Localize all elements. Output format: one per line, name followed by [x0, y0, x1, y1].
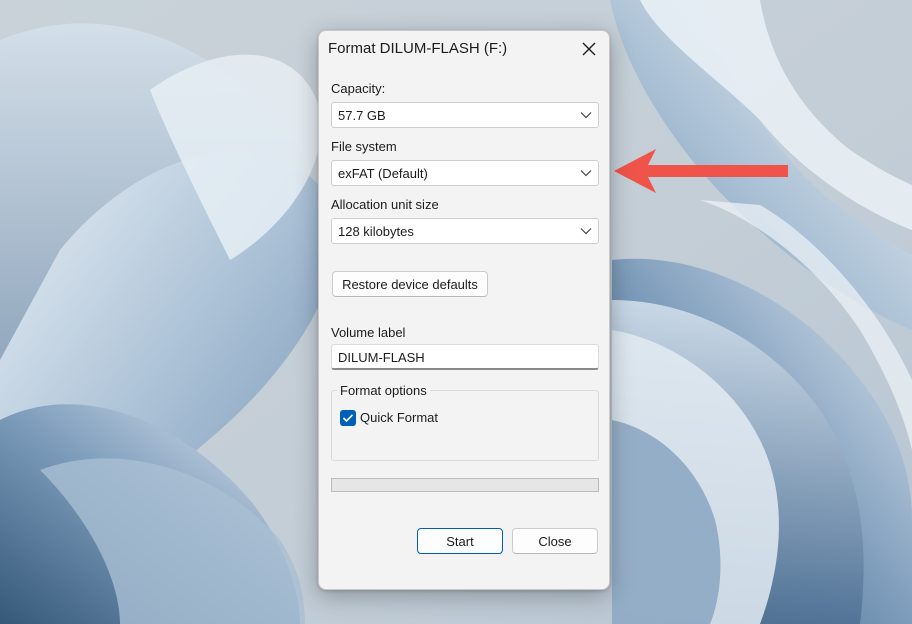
start-button[interactable]: Start	[417, 528, 503, 554]
volume-label-input[interactable]: DILUM-FLASH	[331, 344, 599, 370]
red-arrow-annotation	[614, 149, 788, 193]
format-progress-bar	[331, 478, 599, 492]
capacity-dropdown[interactable]: 57.7 GB	[331, 102, 599, 128]
quick-format-label: Quick Format	[360, 410, 439, 425]
volume-label-value: DILUM-FLASH	[338, 350, 425, 365]
close-dialog-button[interactable]	[576, 36, 602, 62]
chevron-down-icon	[580, 228, 592, 235]
quick-format-checkbox[interactable]	[340, 410, 356, 426]
capacity-value: 57.7 GB	[338, 108, 386, 123]
check-icon	[342, 414, 354, 423]
allocation-unit-dropdown[interactable]: 128 kilobytes	[331, 218, 599, 244]
close-button[interactable]: Close	[512, 528, 598, 554]
format-options-group	[331, 390, 599, 461]
format-options-title: Format options	[337, 383, 430, 398]
volume-label-label: Volume label	[331, 325, 406, 340]
allocation-unit-label: Allocation unit size	[331, 197, 439, 212]
restore-defaults-button[interactable]: Restore device defaults	[332, 271, 488, 297]
allocation-unit-value: 128 kilobytes	[338, 224, 414, 239]
file-system-value: exFAT (Default)	[338, 166, 428, 181]
dialog-title: Format DILUM-FLASH (F:)	[328, 40, 508, 57]
chevron-down-icon	[580, 170, 592, 177]
chevron-down-icon	[580, 112, 592, 119]
format-dialog: Format DILUM-FLASH (F:) Capacity: 57.7 G…	[318, 30, 610, 590]
file-system-dropdown[interactable]: exFAT (Default)	[331, 160, 599, 186]
file-system-label: File system	[331, 139, 397, 154]
capacity-label: Capacity:	[331, 81, 386, 96]
close-icon	[582, 42, 596, 56]
